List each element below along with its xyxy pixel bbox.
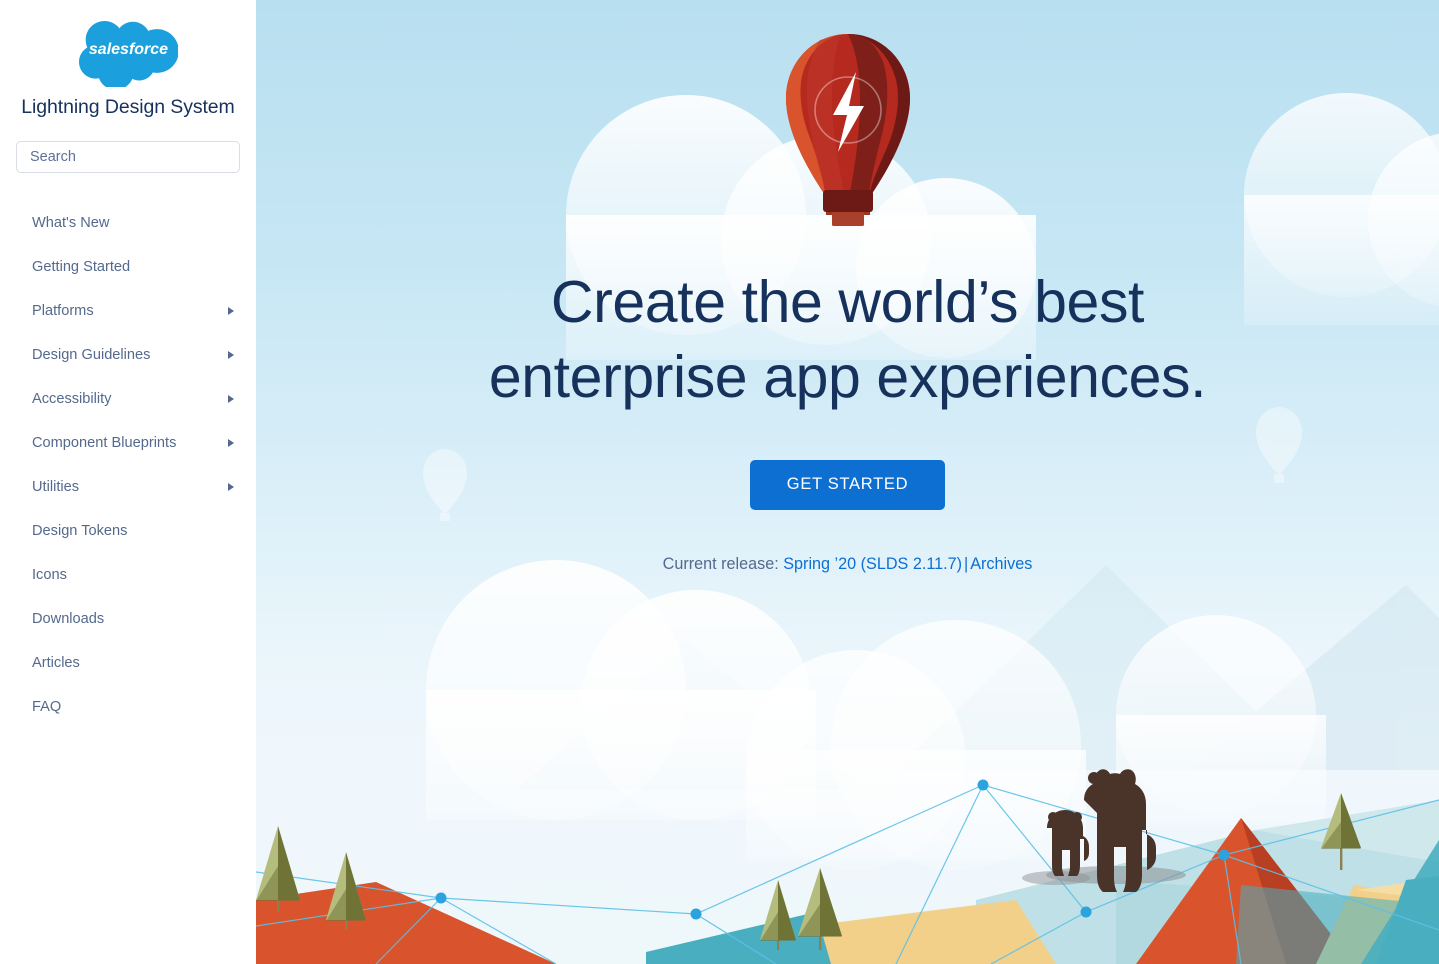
sidebar-item-faq[interactable]: FAQ	[0, 685, 256, 729]
search-container	[0, 119, 256, 174]
chevron-right-icon[interactable]	[228, 351, 234, 360]
sidebar-item-label: Design Tokens	[32, 523, 128, 540]
chevron-right-icon[interactable]	[228, 439, 234, 448]
sidebar-item-accessibility[interactable]: Accessibility	[0, 377, 256, 421]
sidebar-item-label: Getting Started	[32, 259, 131, 276]
sidebar-item-component-blueprints[interactable]: Component Blueprints	[0, 421, 256, 465]
release-prefix: Current release:	[662, 555, 779, 573]
chevron-right-icon[interactable]	[228, 483, 234, 492]
salesforce-wordmark: salesforce	[88, 41, 167, 58]
sidebar-item-label: Utilities	[32, 479, 80, 496]
hero-balloon	[256, 0, 1439, 227]
release-version-link[interactable]: Spring ’20 (SLDS 2.11.7)	[783, 555, 962, 573]
sidebar-item-utilities[interactable]: Utilities	[0, 465, 256, 509]
release-separator: |	[964, 555, 969, 573]
chevron-right-icon[interactable]	[228, 395, 234, 404]
sidebar-item-label: Articles	[32, 655, 80, 672]
hero-headline: Create the world’s best enterprise app e…	[256, 273, 1439, 407]
logo-link[interactable]: salesforce	[0, 0, 256, 87]
sidebar-item-downloads[interactable]: Downloads	[0, 597, 256, 641]
sidebar-item-label: Component Blueprints	[32, 435, 177, 452]
headline-line-2: enterprise app experiences.	[488, 344, 1207, 410]
pine-tree	[256, 826, 300, 912]
sidebar-item-icons[interactable]: Icons	[0, 553, 256, 597]
sidebar-item-getting-started[interactable]: Getting Started	[0, 245, 256, 289]
sidebar-item-platforms[interactable]: Platforms	[0, 289, 256, 333]
sidebar-item-label: What's New	[32, 215, 110, 232]
sidebar-item-label: Downloads	[32, 611, 105, 628]
headline-line-1: Create the world’s best	[550, 269, 1145, 335]
balloon-skirt	[822, 190, 873, 212]
hero-content: Create the world’s best enterprise app e…	[256, 0, 1439, 574]
slds-homepage: salesforce Lightning Design System What'…	[0, 0, 1439, 964]
get-started-button[interactable]: GET STARTED	[749, 460, 946, 510]
sidebar-item-label: Accessibility	[32, 391, 112, 408]
sidebar-item-design-tokens[interactable]: Design Tokens	[0, 509, 256, 553]
search-input[interactable]	[16, 141, 240, 174]
hot-air-balloon-icon	[785, 34, 910, 226]
sidebar-item-label: Design Guidelines	[32, 347, 151, 364]
cloud-mid-right	[1116, 615, 1326, 825]
salesforce-cloud-logo: salesforce	[78, 21, 178, 87]
sidebar-item-design-guidelines[interactable]: Design Guidelines	[0, 333, 256, 377]
page-title: Lightning Design System	[21, 96, 235, 118]
sidebar-item-label: Platforms	[32, 303, 94, 320]
balloon-basket	[831, 212, 864, 226]
sidebar-item-whats-new[interactable]: What's New	[0, 201, 256, 245]
hero-section: Create the world’s best enterprise app e…	[256, 0, 1439, 964]
sidebar-item-label: Icons	[32, 567, 67, 584]
release-info: Current release: Spring ’20 (SLDS 2.11.7…	[256, 555, 1439, 574]
sidebar-item-label: FAQ	[32, 699, 62, 716]
archives-link[interactable]: Archives	[970, 555, 1032, 573]
chevron-right-icon[interactable]	[228, 307, 234, 316]
sidebar-nav: What's New Getting Started Platforms Des…	[0, 201, 256, 729]
sidebar-item-articles[interactable]: Articles	[0, 641, 256, 685]
sidebar: salesforce Lightning Design System What'…	[0, 0, 256, 964]
